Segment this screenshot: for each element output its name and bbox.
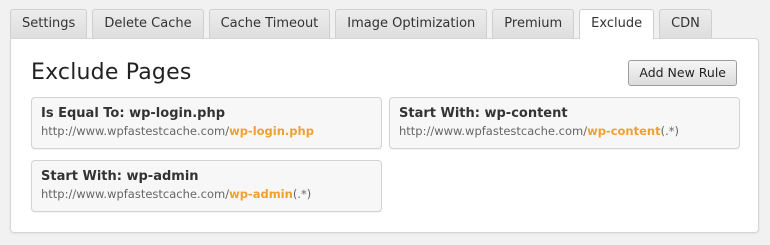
rule-url-highlight: wp-admin bbox=[229, 187, 293, 201]
rule-title: Is Equal To: wp-login.php bbox=[41, 106, 226, 121]
tab-exclude[interactable]: Exclude bbox=[579, 9, 655, 39]
exclude-panel: Exclude Pages Add New Rule Is Equal To: … bbox=[10, 38, 759, 233]
tab-cache-timeout[interactable]: Cache Timeout bbox=[208, 9, 331, 38]
rule-url-suffix: (.*) bbox=[660, 124, 679, 138]
tab-bar: Settings Delete Cache Cache Timeout Imag… bbox=[10, 9, 712, 39]
exclude-rule-card[interactable]: Is Equal To: wp-login.php http://www.wpf… bbox=[31, 97, 382, 149]
rule-url-prefix: http://www.wpfastestcache.com/ bbox=[399, 124, 588, 138]
rule-title: Start With: wp-content bbox=[399, 106, 568, 121]
add-new-rule-button[interactable]: Add New Rule bbox=[628, 60, 737, 86]
exclude-rule-card[interactable]: Start With: wp-admin http://www.wpfastes… bbox=[31, 160, 382, 212]
rule-url: http://www.wpfastestcache.com/wp-login.p… bbox=[41, 122, 381, 140]
tab-settings[interactable]: Settings bbox=[10, 9, 88, 38]
rule-url-highlight: wp-content bbox=[587, 124, 661, 138]
rule-url-suffix: (.*) bbox=[292, 187, 312, 201]
rule-url-highlight: wp-login.php bbox=[229, 124, 314, 138]
page-title: Exclude Pages bbox=[31, 60, 192, 85]
page-root: Settings Delete Cache Cache Timeout Imag… bbox=[0, 0, 770, 245]
rule-title: Start With: wp-admin bbox=[41, 169, 199, 184]
rule-url-prefix: http://www.wpfastestcache.com/ bbox=[41, 187, 230, 201]
rule-url: http://www.wpfastestcache.com/wp-content… bbox=[399, 122, 739, 140]
tab-premium[interactable]: Premium bbox=[492, 9, 575, 38]
tab-delete-cache[interactable]: Delete Cache bbox=[92, 9, 204, 38]
tab-cdn[interactable]: CDN bbox=[659, 9, 712, 38]
rule-url-prefix: http://www.wpfastestcache.com/ bbox=[41, 124, 230, 138]
exclude-rule-card[interactable]: Start With: wp-content http://www.wpfast… bbox=[389, 97, 740, 149]
rule-url: http://www.wpfastestcache.com/wp-admin(.… bbox=[41, 185, 381, 203]
tab-image-optimization[interactable]: Image Optimization bbox=[335, 9, 488, 38]
